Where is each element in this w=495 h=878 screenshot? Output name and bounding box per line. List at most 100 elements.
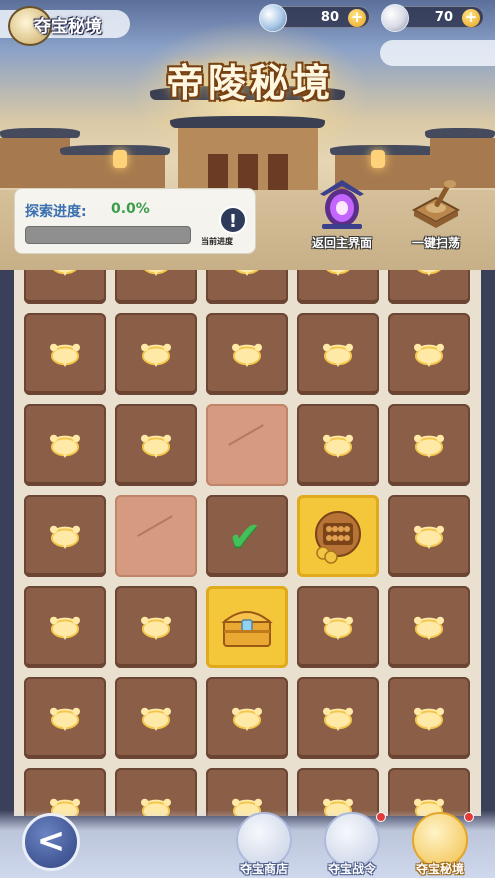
treasure-chest-icon <box>221 611 273 647</box>
treasure-mark-icon <box>50 434 80 459</box>
progress-card: 探索进度: 0.0% ! 当前进度 <box>14 188 256 254</box>
board-tile-locked[interactable] <box>24 404 106 486</box>
board-tile-cleared: ✔ <box>206 495 288 577</box>
resource-value: 70 <box>434 10 453 25</box>
palace-roof <box>170 116 325 128</box>
resource-silver: 70 + <box>381 4 484 32</box>
board-tile-reward[interactable] <box>297 495 379 577</box>
board-tile-locked[interactable] <box>297 677 379 759</box>
lantern-icon <box>113 150 127 168</box>
board-tile-chest[interactable] <box>206 586 288 668</box>
treasure-mark-icon <box>53 270 77 277</box>
pearl-currency-icon <box>259 4 287 32</box>
board-tile-locked[interactable] <box>388 768 470 816</box>
board-tile-locked[interactable] <box>388 313 470 395</box>
treasure-mark-icon <box>50 343 80 368</box>
board-tile-locked[interactable] <box>115 313 197 395</box>
resource-value: 80 <box>320 10 339 25</box>
treasure-mark-icon <box>141 616 171 641</box>
board-tile-locked[interactable] <box>24 313 106 395</box>
board-tile-dug <box>206 404 288 486</box>
current-progress-label: 当前进度 <box>201 237 233 246</box>
board-tile-locked[interactable] <box>115 677 197 759</box>
add-pearl-button[interactable]: + <box>348 9 366 27</box>
board-tile-locked[interactable] <box>24 270 106 304</box>
sweep-all-label: 一键扫荡 <box>411 236 460 250</box>
treasure-mark-icon <box>417 270 441 277</box>
board-tile-locked[interactable] <box>24 586 106 668</box>
treasure-mark-icon <box>414 343 444 368</box>
board-tile-locked[interactable] <box>388 270 470 304</box>
palace-door <box>268 154 288 190</box>
treasure-mark-icon <box>141 707 171 732</box>
treasure-mark-icon <box>323 434 353 459</box>
notification-dot <box>464 812 474 822</box>
crack-mark <box>137 515 173 537</box>
treasure-mark-icon <box>414 616 444 641</box>
nav-realm[interactable]: 夺宝秘境 <box>400 812 480 878</box>
board-tile-locked[interactable] <box>115 586 197 668</box>
nav-battle-pass-label: 夺宝战令 <box>327 862 376 876</box>
board-tile-locked[interactable] <box>24 677 106 759</box>
board-tile-locked[interactable] <box>24 495 106 577</box>
nav-battle-pass[interactable]: 夺宝战令 <box>312 812 392 878</box>
treasure-mark-icon <box>50 616 80 641</box>
treasure-mark-icon <box>235 270 259 277</box>
board-tile-locked[interactable] <box>297 313 379 395</box>
board-tile-locked[interactable] <box>388 677 470 759</box>
sweep-all-button[interactable]: 一键扫荡 <box>394 174 478 260</box>
lantern-icon <box>371 150 385 168</box>
treasure-mark-icon <box>414 434 444 459</box>
board-tile-locked[interactable] <box>206 270 288 304</box>
board-tile-locked[interactable] <box>297 768 379 816</box>
side-roof <box>425 128 495 138</box>
return-main-button[interactable]: 返回主界面 <box>300 174 384 260</box>
treasure-mark-icon <box>232 707 262 732</box>
treasure-mark-icon <box>232 343 262 368</box>
cloud <box>380 40 495 66</box>
crack-mark <box>228 424 264 446</box>
page-title: 夺宝秘境 <box>34 17 102 37</box>
progress-value: 0.0% <box>111 201 150 217</box>
palace-hall <box>178 128 318 190</box>
nav-shop-label: 夺宝商店 <box>239 862 288 876</box>
board-tile-locked[interactable] <box>115 270 197 304</box>
return-main-label: 返回主界面 <box>311 236 372 250</box>
board-tile-locked[interactable] <box>115 768 197 816</box>
board-tile-locked[interactable] <box>206 768 288 816</box>
back-button[interactable]: < <box>22 813 80 871</box>
abacus-icon <box>315 511 361 564</box>
add-silver-button[interactable]: + <box>462 9 480 27</box>
palace-door <box>238 154 258 190</box>
sweep-icon <box>411 180 461 228</box>
board-tile-locked[interactable] <box>388 495 470 577</box>
board-tile-locked[interactable] <box>297 586 379 668</box>
board-tile-locked[interactable] <box>206 313 288 395</box>
current-progress-button[interactable]: ! <box>219 206 247 234</box>
side-roof <box>330 145 440 155</box>
side-roof <box>0 128 80 138</box>
nav-shop[interactable]: 夺宝商店 <box>224 812 304 878</box>
board-tile-locked[interactable] <box>297 270 379 304</box>
palace-door <box>208 154 228 190</box>
silver-currency-icon <box>381 4 409 32</box>
treasure-mark-icon <box>414 707 444 732</box>
portal-icon <box>320 180 364 229</box>
progress-label: 探索进度: <box>25 204 87 220</box>
nav-realm-label: 夺宝秘境 <box>415 862 464 876</box>
treasure-mark-icon <box>323 707 353 732</box>
board-tile-locked[interactable] <box>24 768 106 816</box>
treasure-mark-icon <box>50 707 80 732</box>
board-tile-locked[interactable] <box>206 677 288 759</box>
board-tile-locked[interactable] <box>297 404 379 486</box>
check-icon: ✔ <box>228 514 262 560</box>
board-tile-locked[interactable] <box>388 586 470 668</box>
board-tile-locked[interactable] <box>115 404 197 486</box>
treasure-mark-icon <box>50 525 80 550</box>
treasure-mark-icon <box>144 270 168 277</box>
treasure-mark-icon <box>141 343 171 368</box>
board-tile-locked[interactable] <box>388 404 470 486</box>
treasure-mark-icon <box>141 434 171 459</box>
treasure-mark-icon <box>323 343 353 368</box>
resource-pearl: 80 + <box>259 4 370 32</box>
